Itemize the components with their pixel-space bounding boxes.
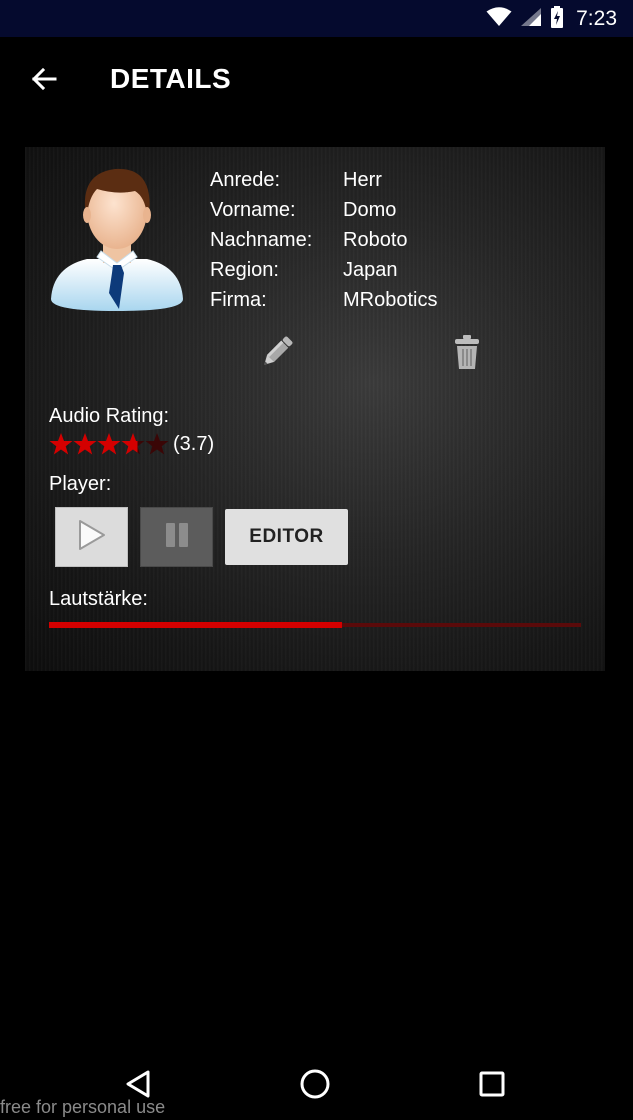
status-icons: 7:23	[486, 5, 617, 33]
play-button[interactable]	[55, 507, 128, 567]
pause-button[interactable]	[140, 507, 213, 567]
cellular-signal-icon	[520, 7, 542, 32]
anrede-label: Anrede:	[210, 168, 281, 191]
wifi-icon	[486, 6, 512, 32]
info-row-region: Region: Japan	[210, 255, 437, 285]
anrede-value: Herr	[343, 168, 382, 191]
app-bar: DETAILS	[0, 37, 633, 125]
volume-slider[interactable]	[49, 621, 581, 629]
audio-rating-label: Audio Rating:	[49, 405, 170, 427]
star-4-icon	[121, 432, 145, 456]
region-label: Region:	[210, 258, 279, 281]
star-2-icon	[73, 432, 97, 456]
page-title: DETAILS	[110, 63, 232, 94]
trash-icon	[454, 334, 480, 375]
nav-home-icon	[299, 1068, 331, 1105]
details-card: Anrede: Herr Vorname: Domo Nachname: Rob…	[25, 147, 605, 671]
info-row-nachname: Nachname: Roboto	[210, 225, 437, 255]
rating-value: (3.7)	[173, 432, 215, 455]
rating-stars: (3.7)	[49, 431, 214, 457]
star-1-icon	[49, 432, 73, 456]
volume-fill	[49, 622, 342, 628]
volume-label: Lautstärke:	[49, 588, 148, 610]
profile-info: Anrede: Herr Vorname: Domo Nachname: Rob…	[210, 165, 437, 315]
nav-recents-button[interactable]	[470, 1064, 514, 1108]
nachname-value: Roboto	[343, 228, 408, 251]
editor-button[interactable]: EDITOR	[225, 509, 348, 565]
player-label: Player:	[49, 473, 112, 495]
watermark-text: free for personal use	[0, 1097, 166, 1117]
back-button[interactable]	[22, 59, 66, 103]
avatar	[47, 159, 187, 314]
info-row-anrede: Anrede: Herr	[210, 165, 437, 195]
vorname-label: Vorname:	[210, 198, 296, 221]
arrow-back-icon	[31, 67, 57, 96]
play-icon	[77, 519, 107, 556]
nav-home-button[interactable]	[293, 1064, 337, 1108]
info-row-firma: Firma: MRobotics	[210, 285, 437, 315]
battery-charging-icon	[550, 5, 564, 33]
region-value: Japan	[343, 258, 398, 281]
firma-label: Firma:	[210, 288, 267, 311]
edit-button[interactable]	[255, 332, 299, 376]
status-bar: 7:23	[0, 0, 633, 37]
businessman-avatar-icon	[51, 168, 183, 311]
firma-value: MRobotics	[343, 288, 438, 311]
info-row-vorname: Vorname: Domo	[210, 195, 437, 225]
nav-recents-icon	[478, 1070, 506, 1103]
vorname-value: Domo	[343, 198, 397, 221]
delete-button[interactable]	[447, 332, 487, 376]
nachname-label: Nachname:	[210, 228, 313, 251]
star-3-icon	[97, 432, 121, 456]
pencil-icon	[257, 332, 297, 377]
pause-icon	[163, 521, 191, 554]
star-5-icon	[145, 432, 169, 456]
status-time: 7:23	[576, 7, 617, 30]
